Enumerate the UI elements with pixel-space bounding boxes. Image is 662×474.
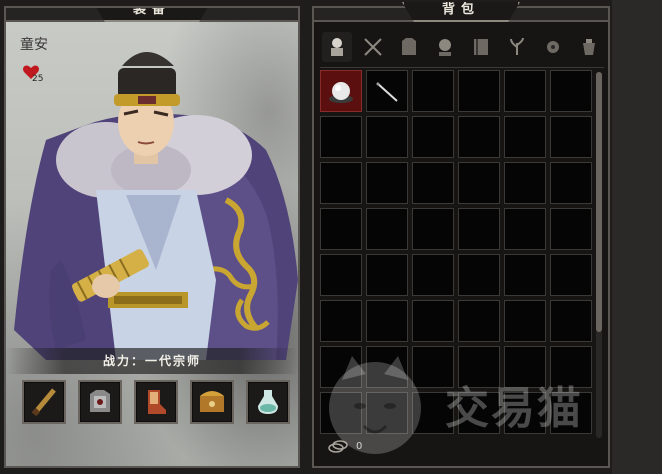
inventory-slot[interactable] [458,300,500,342]
sword-icon [31,388,56,417]
equip-slot-armor[interactable] [78,380,122,424]
tab-all-items[interactable] [322,32,352,62]
inventory-slot[interactable] [504,346,546,388]
inventory-slot[interactable] [412,254,454,296]
inventory-slot[interactable] [412,346,454,388]
inventory-slot[interactable] [504,208,546,250]
equipment-slots [22,380,290,428]
all-items-icon [331,38,343,56]
power-label: 战力：一代宗师 [102,354,201,368]
inventory-slot[interactable] [412,116,454,158]
inventory-slot[interactable] [550,208,592,250]
inventory-slot[interactable] [550,346,592,388]
armor-icon [402,38,416,55]
health-value: 25 [32,74,44,84]
armor-icon [90,390,110,412]
inventory-slot[interactable] [550,70,592,112]
weapons-icon [364,38,382,56]
inventory-slot[interactable] [320,346,362,388]
inventory-slot[interactable] [458,346,500,388]
inventory-slot[interactable] [458,70,500,112]
material-icon [547,41,559,53]
inventory-slot[interactable] [550,162,592,204]
tab-weapons[interactable] [358,32,388,62]
game-inventory-screen: 装备 童安 25 战力：一代宗师 背包 0 交易猫 [0,0,662,474]
equip-slot-weapon[interactable] [22,380,66,424]
pearl-icon [329,82,353,103]
inventory-slot[interactable] [366,162,408,204]
bag-category-tabs [320,30,604,68]
inventory-slot[interactable] [366,346,408,388]
inventory-slot[interactable] [320,116,362,158]
inventory-slot[interactable] [412,162,454,204]
tab-accessory[interactable] [430,32,460,62]
inventory-slot[interactable] [412,300,454,342]
tab-materials[interactable] [538,32,568,62]
tab-herbs[interactable] [502,32,532,62]
inventory-slot[interactable] [504,300,546,342]
inventory-slot[interactable] [320,208,362,250]
scrollbar-thumb[interactable] [596,72,602,332]
bag-title: 背包 [402,2,520,22]
inventory-slot[interactable] [412,392,454,434]
inventory-slot[interactable] [320,70,362,112]
inventory-slot[interactable] [504,116,546,158]
equipment-header: 装备 [6,8,298,22]
money-value: 0 [356,440,363,452]
potion-icon [258,390,278,414]
inventory-slot[interactable] [504,254,546,296]
character-name: 童安 [20,37,48,53]
right-frame-edge [612,0,662,474]
money-display: 0 [328,436,362,456]
book-icon [474,39,488,55]
bag-panel: 背包 0 [312,2,610,468]
treasure-icon [200,391,224,412]
tab-books[interactable] [466,32,496,62]
inventory-slot[interactable] [550,254,592,296]
misc-icon [583,39,595,55]
inventory-slot[interactable] [366,254,408,296]
inventory-slot[interactable] [320,300,362,342]
tab-misc[interactable] [574,32,604,62]
inventory-slot[interactable] [366,392,408,434]
accessory-icon [439,39,451,56]
inventory-slot[interactable] [320,392,362,434]
inventory-slot[interactable] [366,300,408,342]
bag-header: 背包 [314,2,608,22]
inventory-slot[interactable] [320,162,362,204]
inventory-grid [320,70,594,440]
equip-slot-boots[interactable] [134,380,178,424]
inventory-slot[interactable] [504,392,546,434]
power-bar: 战力：一代宗师 [6,348,298,374]
needle-icon [376,82,398,102]
inventory-slot[interactable] [458,208,500,250]
boots-icon [148,390,166,414]
inventory-slot[interactable] [550,300,592,342]
coin-icon [328,440,348,453]
tab-armor[interactable] [394,32,424,62]
inventory-slot[interactable] [366,116,408,158]
inventory-slot[interactable] [550,116,592,158]
inventory-slot[interactable] [458,254,500,296]
inventory-slot[interactable] [504,162,546,204]
inventory-slot[interactable] [366,208,408,250]
inventory-slot[interactable] [320,254,362,296]
inventory-slot[interactable] [458,162,500,204]
inventory-scrollbar[interactable] [596,72,602,438]
inventory-slot[interactable] [412,208,454,250]
equip-slot-potion[interactable] [246,380,290,424]
herb-icon [510,37,524,55]
equipment-panel: 装备 童安 25 战力：一代宗师 [4,6,300,468]
inventory-slot[interactable] [458,116,500,158]
inventory-slot[interactable] [550,392,592,434]
equip-slot-treasure[interactable] [190,380,234,424]
inventory-slot[interactable] [458,392,500,434]
inventory-slot[interactable] [366,70,408,112]
inventory-slot[interactable] [504,70,546,112]
equipment-title: 装备 [93,8,211,22]
inventory-slot[interactable] [412,70,454,112]
character-portrait [14,52,298,360]
